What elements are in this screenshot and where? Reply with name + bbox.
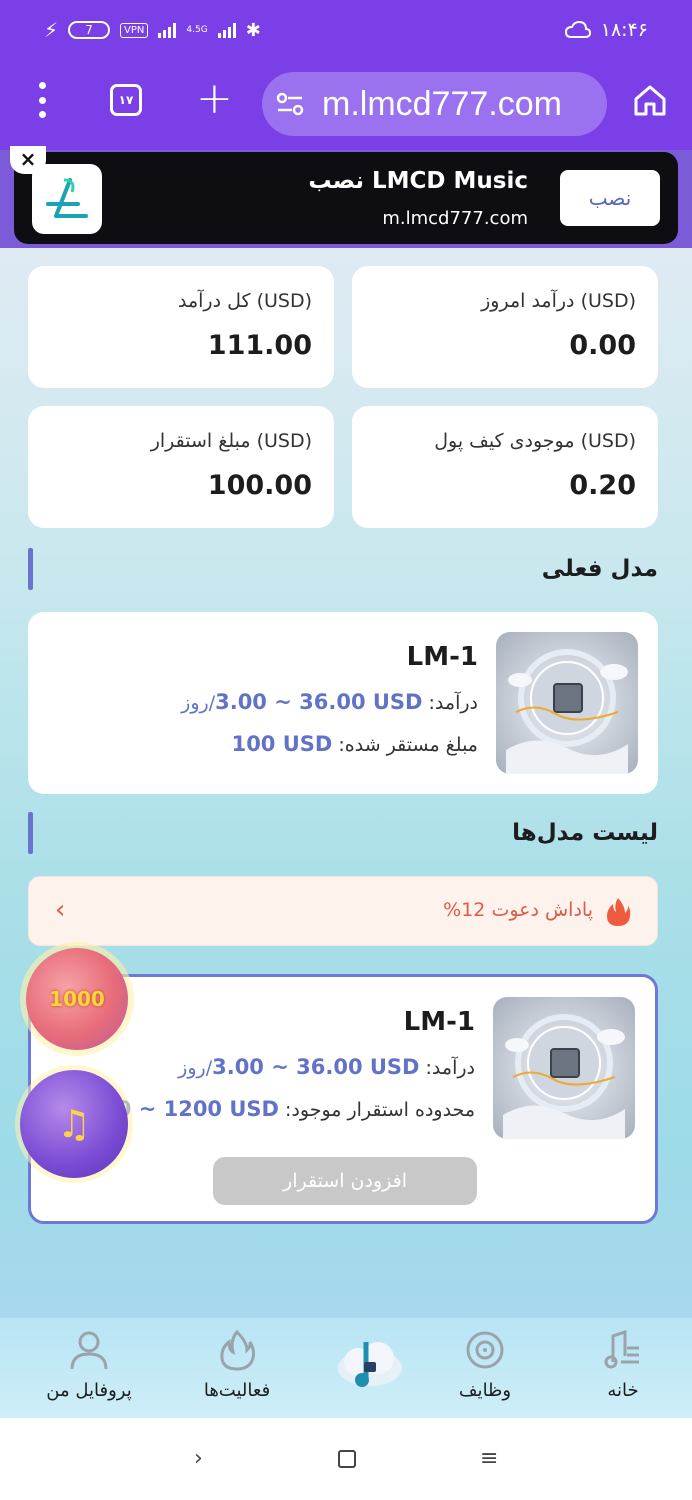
today-income-value: 0.00: [569, 330, 636, 361]
model-chip-image: [496, 632, 638, 774]
nav-activities-label: فعالیت‌ها: [203, 1380, 271, 1401]
status-left: ⚡ 7 VPN 4.5G ✱: [44, 18, 261, 42]
nav-profile[interactable]: پروفایل من: [20, 1318, 158, 1418]
staked-amount-value: 100.00: [207, 470, 312, 501]
nav-center[interactable]: [300, 1318, 438, 1418]
app-logo: [32, 164, 102, 234]
nav-home-label: خانه: [607, 1380, 639, 1401]
bonus-text: 1000: [49, 987, 105, 1011]
back-icon[interactable]: ›: [194, 1446, 203, 1471]
total-income-value: 111.00: [207, 330, 312, 361]
music-note-icon: ♫: [56, 1102, 92, 1146]
wallet-balance-card: موجودی کیف پول (USD) 0.20: [352, 406, 658, 528]
wallet-balance-value: 0.20: [569, 470, 636, 501]
income-unit: /روز: [178, 1057, 213, 1079]
income-unit: /روز: [181, 692, 216, 714]
charging-icon: ⚡: [44, 18, 59, 42]
staked-amount-card: مبلغ استقرار (USD) 100.00: [28, 406, 334, 528]
install-button[interactable]: نصب: [560, 170, 660, 226]
lmcd-logo-icon: [46, 178, 88, 218]
income-range: 3.00 ~ 36.00 USD: [212, 1055, 420, 1079]
battery-icon: 7: [68, 21, 111, 39]
home-square-icon[interactable]: [338, 1450, 356, 1468]
new-tab-icon[interactable]: +: [196, 74, 233, 124]
cloud-music-icon: [338, 1342, 402, 1387]
staked-amount-label: مبلغ استقرار (USD): [150, 430, 312, 452]
referral-text: پاداش دعوت 12%: [443, 899, 593, 921]
address-bar[interactable]: m.lmcd777.com: [262, 72, 607, 136]
banner-title: نصب LMCD Music: [308, 168, 528, 194]
system-navigation-bar: › ≡: [0, 1418, 692, 1500]
total-income-card: کل درآمد (USD) 111.00: [28, 266, 334, 388]
disc-icon: [466, 1331, 504, 1369]
model-stake-range: محدوده استقرار موجود: 100 ~ 1200 USD: [88, 1097, 475, 1121]
signal-icon: [158, 22, 177, 38]
model-chip-image: [493, 997, 635, 1139]
income-label: درآمد:: [428, 692, 478, 714]
current-model-income: درآمد: 3.00 ~ 36.00 USD/روز: [181, 690, 478, 714]
cloud-icon: [564, 21, 591, 38]
music-home-icon: [604, 1329, 639, 1369]
nav-profile-label: پروفایل من: [46, 1380, 132, 1401]
bluetooth-icon: ✱: [245, 19, 261, 41]
referral-banner[interactable]: پاداش دعوت 12% ‹: [28, 876, 658, 946]
close-banner-icon[interactable]: ×: [10, 146, 46, 174]
nav-activities[interactable]: فعالیت‌ها: [168, 1318, 306, 1418]
tab-switcher-button[interactable]: ۱۷: [110, 84, 142, 116]
staked-value: 100 USD: [231, 732, 333, 756]
current-model-card: LM-1 درآمد: 3.00 ~ 36.00 USD/روز مبلغ مس…: [28, 612, 658, 794]
add-stake-button[interactable]: افزودن استقرار: [213, 1157, 477, 1205]
fire-icon: [607, 898, 631, 926]
recents-icon[interactable]: ≡: [480, 1446, 498, 1471]
range-label: محدوده استقرار موجود:: [285, 1099, 475, 1121]
install-banner[interactable]: نصب LMCD Music m.lmcd777.com نصب: [14, 152, 678, 244]
total-income-label: کل درآمد (USD): [177, 290, 312, 312]
current-model-name: LM-1: [406, 642, 478, 672]
flame-icon: [220, 1329, 256, 1371]
section-accent-bar-2: [28, 812, 33, 854]
music-floating-button[interactable]: ♫: [20, 1070, 128, 1178]
staked-label: مبلغ مستقر شده:: [338, 734, 478, 756]
clock: ۱۸:۴۶: [600, 19, 648, 41]
income-range: 3.00 ~ 36.00 USD: [215, 690, 423, 714]
home-icon[interactable]: [632, 82, 668, 118]
section-accent-bar: [28, 548, 33, 590]
current-model-title: مدل فعلی: [541, 556, 658, 582]
today-income-card: درآمد امروز (USD) 0.00: [352, 266, 658, 388]
bottom-navigation: خانه وظایف فعالیت‌ها پروفایل من: [0, 1318, 692, 1418]
site-settings-icon[interactable]: [276, 92, 304, 116]
model-thumbnail: [496, 632, 638, 774]
network-type: 4.5G: [186, 24, 208, 35]
today-income-label: درآمد امروز (USD): [481, 290, 636, 312]
bonus-floating-button[interactable]: 1000: [26, 948, 128, 1050]
vpn-badge: VPN: [120, 22, 149, 38]
income-label: درآمد:: [425, 1057, 475, 1079]
browser-toolbar: ۱۷ + m.lmcd777.com: [0, 60, 692, 150]
more-menu-icon[interactable]: [30, 82, 54, 118]
model-thumbnail: [493, 997, 635, 1139]
status-right: ۱۸:۴۶: [564, 19, 648, 41]
model-income: درآمد: 3.00 ~ 36.00 USD/روز: [178, 1055, 475, 1079]
url-text: m.lmcd777.com: [322, 84, 562, 123]
model-name: LM-1: [403, 1007, 475, 1037]
wallet-balance-label: موجودی کیف پول (USD): [434, 430, 636, 452]
status-bar: ⚡ 7 VPN 4.5G ✱ ۱۸:۴۶: [0, 0, 692, 60]
models-list-title: لیست مدل‌ها: [512, 820, 658, 846]
nav-home[interactable]: خانه: [554, 1318, 692, 1418]
current-model-staked: مبلغ مستقر شده: 100 USD: [232, 732, 478, 756]
banner-url: m.lmcd777.com: [382, 208, 528, 229]
user-icon: [70, 1331, 108, 1370]
signal-icon-2: [217, 22, 236, 38]
chevron-left-icon: ‹: [55, 895, 66, 925]
